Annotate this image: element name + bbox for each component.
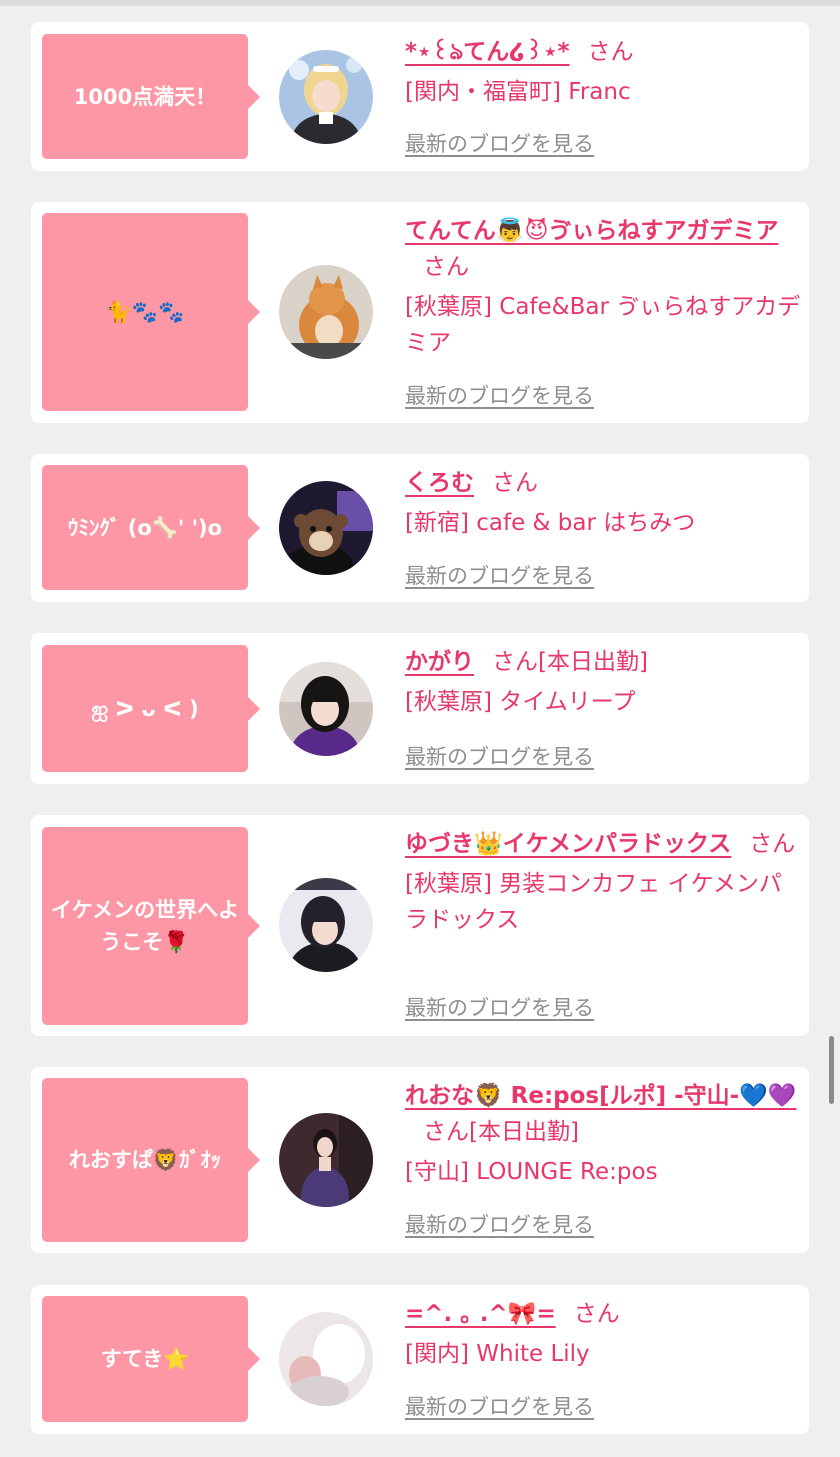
cast-card[interactable]: 🐈🐾🐾 てんてん👼😈ゔぃらねすアガデミアさん [秋葉原] Cafe&Bar ゔぃ… xyxy=(31,202,809,423)
honorific: さん xyxy=(587,39,634,65)
honorific: さん xyxy=(423,1119,469,1145)
latest-blog-link[interactable]: 最新のブログを見る xyxy=(405,992,594,1022)
cast-card[interactable]: イケメンの世界へようこそ🌹 ゆづき👑イケメンパラドックス さん [秋葉原] 男装コ… xyxy=(31,815,809,1036)
cast-info: ゆづき👑イケメンパラドックス さん [秋葉原] 男装コンカフェ イケメンパラドック… xyxy=(405,826,801,938)
cast-name-link[interactable]: かがり xyxy=(405,649,474,675)
cast-name-link[interactable]: ゆづき👑イケメンパラドックス xyxy=(405,831,731,857)
cast-name-link[interactable]: くろむ xyxy=(405,470,474,496)
name-line: くろむ さん xyxy=(405,465,801,501)
name-line: =^. ｡ .^🎀= さん xyxy=(405,1296,801,1332)
cast-info: かがり さん[本日出勤] [秋葉原] タイムリープ xyxy=(405,644,801,720)
avatar[interactable] xyxy=(279,878,373,972)
latest-blog-link[interactable]: 最新のブログを見る xyxy=(405,128,594,158)
avatar[interactable] xyxy=(279,662,373,756)
avatar[interactable] xyxy=(279,265,373,359)
cast-info: *⋆꒰ঌてん໒꒱⋆* さん [関内・福富町] Franc xyxy=(405,34,801,110)
cast-card[interactable]: ஐ ᐳ ᴗ ᐸ ) かがり さん[本日出勤] [秋葉原] タイムリープ 最新のブロ… xyxy=(31,633,809,784)
latest-blog-link[interactable]: 最新のブログを見る xyxy=(405,380,594,410)
cast-info: =^. ｡ .^🎀= さん [関内] White Lily xyxy=(405,1296,801,1372)
honorific: さん xyxy=(573,1301,620,1327)
latest-blog-link[interactable]: 最新のブログを見る xyxy=(405,1209,594,1239)
shop-location: [秋葉原] タイムリープ xyxy=(405,689,636,715)
cast-name-link[interactable]: れおな🦁 Re:pos[ルポ] -守山-💙💜 xyxy=(405,1083,797,1109)
name-line: れおな🦁 Re:pos[ルポ] -守山-💙💜 さん[本日出勤] xyxy=(405,1078,801,1150)
avatar-photo-dark-hair-icon xyxy=(279,662,373,756)
shop-location: [新宿] cafe & bar はちみつ xyxy=(405,510,696,536)
avatar[interactable] xyxy=(279,481,373,575)
name-line: てんてん👼😈ゔぃらねすアガデミアさん xyxy=(405,213,801,285)
status-badge: [本日出勤] xyxy=(469,1119,579,1145)
cast-card[interactable]: れおすぱ🦁ｶﾞｵｯ れおな🦁 Re:pos[ルポ] -守山-💙💜 さん[本日出勤]… xyxy=(31,1067,809,1253)
cast-card[interactable]: 1000点満天！ *⋆꒰ঌてん໒꒱⋆* さん [関内・福富町] Franc 最新の… xyxy=(31,22,809,171)
avatar-photo-ikemen-icon xyxy=(279,878,373,972)
shop-location: [関内] White Lily xyxy=(405,1341,590,1367)
cast-name-link[interactable]: =^. ｡ .^🎀= xyxy=(405,1301,556,1327)
comment-bubble: イケメンの世界へようこそ🌹 xyxy=(42,827,260,1025)
latest-blog-link[interactable]: 最新のブログを見る xyxy=(405,1391,594,1421)
cast-name-link[interactable]: てんてん👼😈ゔぃらねすアガデミア xyxy=(405,218,778,244)
latest-blog-link[interactable]: 最新のブログを見る xyxy=(405,560,594,590)
cast-info: れおな🦁 Re:pos[ルポ] -守山-💙💜 さん[本日出勤] [守山] LOUN… xyxy=(405,1078,801,1190)
avatar[interactable] xyxy=(279,50,373,144)
honorific: さん xyxy=(423,254,469,280)
cast-info: くろむ さん [新宿] cafe & bar はちみつ xyxy=(405,465,801,541)
top-edge-bar xyxy=(0,0,840,6)
comment-bubble: すてき⭐ xyxy=(42,1296,260,1422)
shop-location: [秋葉原] Cafe&Bar ゔぃらねすアカデミア xyxy=(405,294,801,356)
name-line: ゆづき👑イケメンパラドックス さん xyxy=(405,826,801,862)
shop-location: [守山] LOUNGE Re:pos xyxy=(405,1159,658,1185)
comment-bubble: れおすぱ🦁ｶﾞｵｯ xyxy=(42,1078,260,1242)
avatar[interactable] xyxy=(279,1312,373,1406)
cast-card[interactable]: ｳﾐﾝｸﾞ (o🦴' ')o くろむ さん [新宿] cafe & bar はちみ… xyxy=(31,454,809,602)
avatar-photo-dress-icon xyxy=(279,1113,373,1207)
honorific: さん xyxy=(492,649,538,675)
comment-bubble: 🐈🐾🐾 xyxy=(42,213,260,411)
latest-blog-link[interactable]: 最新のブログを見る xyxy=(405,741,594,771)
avatar-photo-blonde-maid-icon xyxy=(279,50,373,144)
avatar[interactable] xyxy=(279,1113,373,1207)
avatar-photo-cat-icon xyxy=(279,265,373,359)
avatar-photo-blurred-icon xyxy=(279,1312,373,1406)
comment-bubble: ｳﾐﾝｸﾞ (o🦴' ')o xyxy=(42,465,260,590)
name-line: *⋆꒰ঌてん໒꒱⋆* さん xyxy=(405,34,801,70)
cast-card[interactable]: すてき⭐ =^. ｡ .^🎀= さん [関内] White Lily 最新のブログ… xyxy=(31,1285,809,1434)
cast-name-link[interactable]: *⋆꒰ঌてん໒꒱⋆* xyxy=(405,39,570,65)
scrollbar-thumb[interactable] xyxy=(829,1036,834,1104)
honorific: さん xyxy=(492,470,538,496)
comment-bubble: ஐ ᐳ ᴗ ᐸ ) xyxy=(42,645,260,772)
comment-bubble: 1000点満天！ xyxy=(42,34,260,159)
status-badge: [本日出勤] xyxy=(538,649,648,675)
honorific: さん xyxy=(749,831,796,857)
name-line: かがり さん[本日出勤] xyxy=(405,644,801,680)
cast-info: てんてん👼😈ゔぃらねすアガデミアさん [秋葉原] Cafe&Bar ゔぃらねすア… xyxy=(405,213,801,361)
shop-location: [関内・福富町] Franc xyxy=(405,79,631,105)
avatar-photo-plush-icon xyxy=(279,481,373,575)
shop-location: [秋葉原] 男装コンカフェ イケメンパラドックス xyxy=(405,871,782,933)
